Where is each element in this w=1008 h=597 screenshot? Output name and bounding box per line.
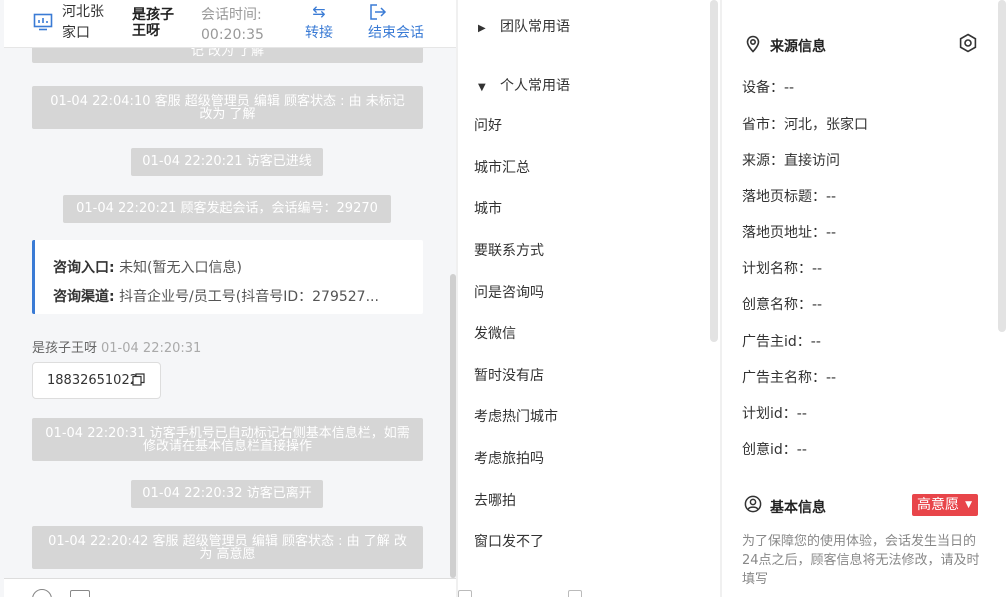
phrase-item[interactable]: 发微信 <box>474 323 516 343</box>
source-info-title: 来源信息 <box>770 39 826 55</box>
phrase-scrollbar[interactable] <box>710 0 718 342</box>
system-message: 01-04 22:20:21 顾客发起会话，会话编号：29270 <box>63 195 391 223</box>
visitor-name: 是孩子王呀 <box>132 7 174 39</box>
exit-icon <box>370 4 387 20</box>
info-row-advertiser-id: 广告主id：-- <box>742 334 821 350</box>
phrase-item[interactable]: 问是咨询吗 <box>474 282 544 302</box>
phrase-item[interactable]: 窗口发不了 <box>474 531 544 551</box>
info-panel: 来源信息 设备：-- 省市：河北，张家口 来源：直接访问 落地页标题：-- 落地… <box>722 0 1008 597</box>
monitor-icon <box>33 13 53 31</box>
visitor-region: 河北张家口 <box>62 4 104 41</box>
info-notice: 为了保障您的使用体验，会话发生当日的24点之后，顾客信息将无法修改，请及时填写 <box>742 534 980 587</box>
phrase-item[interactable]: 城市 <box>474 198 502 218</box>
team-phrase-group-label: 团队常用语 <box>500 19 570 35</box>
consult-channel-row: 咨询渠道: 抖音企业号/员工号(抖音号ID：279527... <box>53 283 423 312</box>
system-message: 01-04 22:20:21 访客已进线 <box>131 148 323 176</box>
info-row-landing-url: 落地页地址：-- <box>742 225 837 241</box>
caret-right-icon: ▶ <box>478 23 486 34</box>
user-circle-icon <box>744 495 762 513</box>
info-row-landing-title: 落地页标题：-- <box>742 189 837 205</box>
checkbox[interactable] <box>568 590 582 597</box>
location-pin-icon <box>746 35 760 53</box>
phone-number: 18832651022 <box>47 373 138 388</box>
info-scrollbar[interactable] <box>998 0 1006 332</box>
chat-panel: 河北张家口 是孩子王呀 会话时间: 00:20:35 ⇆ 转接 结束会话 记 改… <box>0 0 456 597</box>
info-row-plan-name: 计划名称：-- <box>742 261 823 277</box>
phrase-panel: ▶ 团队常用语 ▼ 个人常用语 问好 城市汇总 城市 要联系方式 问是咨询吗 发微信… <box>458 0 720 597</box>
phrase-item[interactable]: 去哪拍 <box>474 490 516 510</box>
chat-message-list[interactable]: 记 改为 了解 01-04 22:04:10 客服 超级管理员 编辑 顾客状态 … <box>4 48 456 578</box>
intent-dropdown[interactable]: 高意愿 ▼ <box>912 494 978 516</box>
emoji-icon[interactable] <box>32 589 52 597</box>
phrase-item[interactable]: 考虑热门城市 <box>474 406 558 426</box>
caret-down-icon: ▼ <box>965 500 972 510</box>
phrase-item[interactable]: 考虑旅拍吗 <box>474 448 544 468</box>
info-row-source: 来源：直接访问 <box>742 153 840 169</box>
intent-badge-label: 高意愿 <box>917 497 959 513</box>
system-message: 记 改为 了解 <box>32 48 423 63</box>
transfer-label: 转接 <box>305 25 333 41</box>
system-message: 01-04 22:04:10 客服 超级管理员 编辑 顾客状态 : 由 未标记 … <box>32 86 423 129</box>
personal-phrase-group[interactable]: ▼ 个人常用语 <box>478 75 570 95</box>
team-phrase-group[interactable]: ▶ 团队常用语 <box>478 16 570 36</box>
system-message: 01-04 22:20:31 访客手机号已自动标记右侧基本信息栏，如需修改请在基… <box>32 418 423 461</box>
system-message: 01-04 22:20:32 访客已离开 <box>131 480 323 508</box>
phrase-item[interactable]: 城市汇总 <box>474 157 530 177</box>
transfer-icon: ⇆ <box>312 2 326 21</box>
copy-icon[interactable] <box>132 373 145 386</box>
session-time-value: 00:20:35 <box>201 27 264 43</box>
phrase-item[interactable]: 问好 <box>474 115 502 135</box>
phone-message: 18832651022 <box>32 362 161 399</box>
session-time-label: 会话时间: <box>201 7 262 23</box>
transfer-button[interactable]: ⇆ 转接 <box>302 2 336 44</box>
info-row-creative-name: 创意名称：-- <box>742 297 823 313</box>
app-root: 河北张家口 是孩子王呀 会话时间: 00:20:35 ⇆ 转接 结束会话 记 改… <box>0 0 1008 597</box>
consult-channel-label: 咨询渠道: <box>53 289 115 305</box>
consult-entry-label: 咨询入口: <box>53 260 115 276</box>
phrase-item[interactable]: 暂时没有店 <box>474 365 544 385</box>
sender-time: 01-04 22:20:31 <box>101 341 202 356</box>
info-row-creative-id: 创意id：-- <box>742 442 807 458</box>
info-row-province: 省市：河北，张家口 <box>742 117 868 133</box>
basic-info-title: 基本信息 <box>770 500 826 516</box>
chat-header: 河北张家口 是孩子王呀 会话时间: 00:20:35 ⇆ 转接 结束会话 <box>4 0 456 48</box>
image-icon[interactable] <box>70 590 90 597</box>
info-row-advertiser-name: 广告主名称：-- <box>742 370 837 386</box>
end-session-button[interactable]: 结束会话 <box>368 2 430 44</box>
consult-info-card: 咨询入口: 未知(暂无入口信息) 咨询渠道: 抖音企业号/员工号(抖音号ID：2… <box>32 240 423 314</box>
end-session-label: 结束会话 <box>368 25 424 41</box>
caret-down-icon: ▼ <box>478 82 486 93</box>
settings-icon[interactable] <box>958 33 978 53</box>
personal-phrase-group-label: 个人常用语 <box>500 78 570 94</box>
consult-entry-row: 咨询入口: 未知(暂无入口信息) <box>53 254 423 283</box>
consult-channel-value: 抖音企业号/员工号(抖音号ID：279527... <box>119 289 379 305</box>
message-sender: 是孩子王呀 01-04 22:20:31 <box>32 337 201 356</box>
phrase-item[interactable]: 要联系方式 <box>474 240 544 260</box>
system-message: 01-04 22:20:42 客服 超级管理员 编辑 顾客状态 : 由 了解 改… <box>32 526 423 569</box>
chat-input-toolbar <box>4 578 456 597</box>
chat-scrollbar[interactable] <box>450 274 456 578</box>
sender-name: 是孩子王呀 <box>32 341 98 356</box>
consult-entry-value: 未知(暂无入口信息) <box>119 260 242 276</box>
info-row-device: 设备：-- <box>742 80 795 96</box>
checkbox[interactable] <box>458 590 472 597</box>
info-row-plan-id: 计划id：-- <box>742 406 807 422</box>
